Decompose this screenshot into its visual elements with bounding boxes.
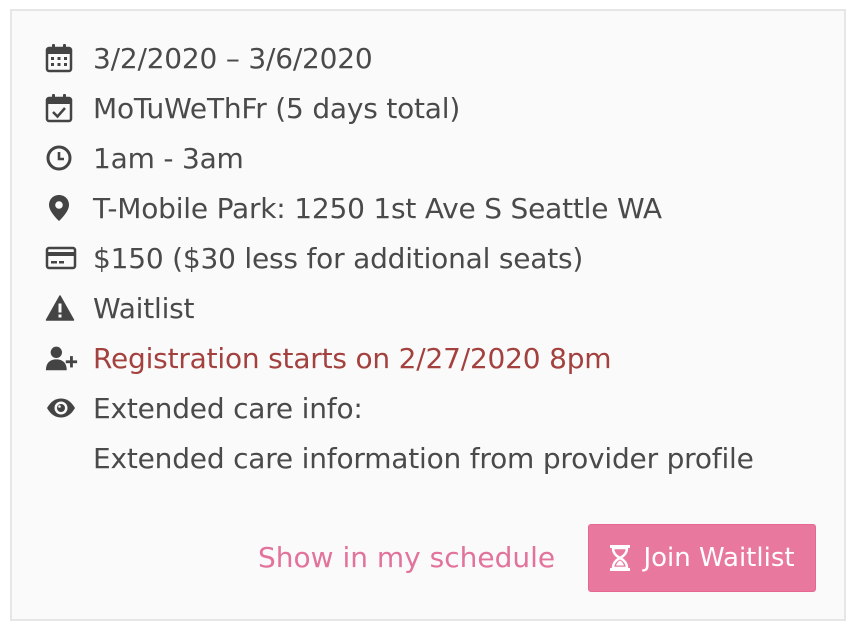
price-row: $150 ($30 less for additional seats) bbox=[45, 233, 583, 283]
location-text: T-Mobile Park: 1250 1st Ave S Seattle WA bbox=[93, 191, 662, 225]
days-text: MoTuWeThFr (5 days total) bbox=[93, 91, 461, 125]
user-plus-icon bbox=[45, 341, 79, 375]
time-row: 1am - 3am bbox=[45, 133, 244, 183]
status-row: Waitlist bbox=[45, 283, 195, 333]
calendar-icon bbox=[45, 41, 79, 75]
extended-care-label: Extended care info: bbox=[93, 391, 363, 425]
clock-icon bbox=[45, 141, 79, 175]
dates-row: 3/2/2020 – 3/6/2020 bbox=[45, 33, 373, 83]
location-row: T-Mobile Park: 1250 1st Ave S Seattle WA bbox=[45, 183, 662, 233]
time-text: 1am - 3am bbox=[93, 141, 244, 175]
hourglass-icon bbox=[609, 544, 631, 572]
map-marker-icon bbox=[45, 191, 79, 225]
extended-care-row: Extended care info: bbox=[45, 383, 363, 433]
session-details-card: 3/2/2020 – 3/6/2020 MoTuWeThFr (5 days t… bbox=[10, 9, 846, 621]
credit-card-icon bbox=[45, 241, 79, 275]
warning-icon bbox=[45, 291, 79, 325]
extended-care-info-text: Extended care information from provider … bbox=[93, 441, 754, 475]
price-text: $150 ($30 less for additional seats) bbox=[93, 241, 584, 275]
registration-row: Registration starts on 2/27/2020 8pm bbox=[45, 333, 612, 383]
status-text: Waitlist bbox=[93, 291, 195, 325]
show-in-schedule-link[interactable]: Show in my schedule bbox=[258, 541, 555, 574]
dates-text: 3/2/2020 – 3/6/2020 bbox=[93, 41, 373, 75]
registration-text: Registration starts on 2/27/2020 8pm bbox=[93, 341, 612, 375]
extended-care-info-row: Extended care information from provider … bbox=[93, 433, 754, 483]
days-row: MoTuWeThFr (5 days total) bbox=[45, 83, 460, 133]
calendar-check-icon bbox=[45, 91, 79, 125]
eye-icon bbox=[45, 391, 79, 425]
join-waitlist-button[interactable]: Join Waitlist bbox=[588, 524, 816, 592]
join-waitlist-label: Join Waitlist bbox=[643, 543, 795, 573]
